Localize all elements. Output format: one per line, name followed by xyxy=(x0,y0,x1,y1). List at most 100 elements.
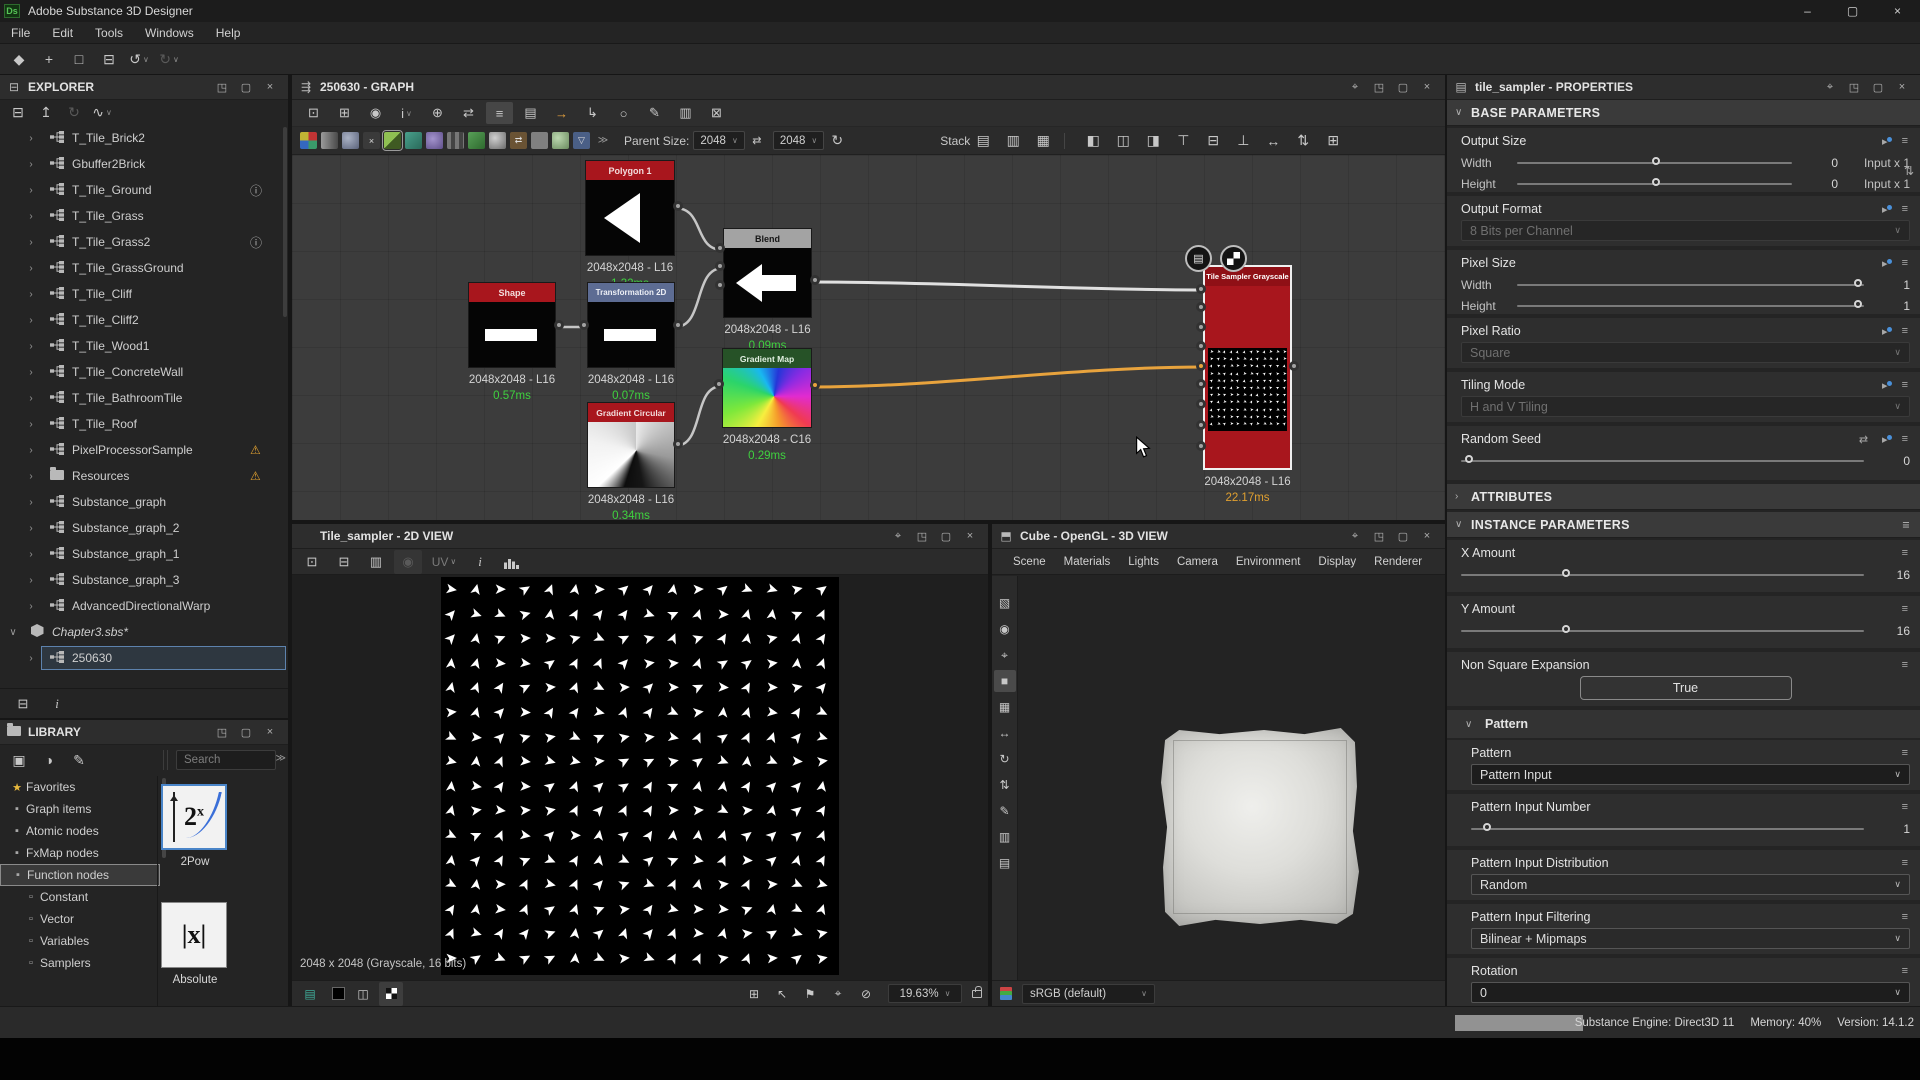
view3d-menu-lights[interactable]: Lights xyxy=(1119,551,1168,573)
explorer-item-t-tile-grass[interactable]: ›T_Tile_Grass xyxy=(0,203,288,229)
new-substance-icon[interactable]: + xyxy=(36,47,62,71)
align-left-icon[interactable]: ◧ xyxy=(1080,129,1106,153)
align-middle-icon[interactable]: ⊟ xyxy=(1200,129,1226,153)
tools-icon[interactable]: ✎ xyxy=(641,102,668,124)
section-base-parameters[interactable]: ∨ BASE PARAMETERS xyxy=(1447,100,1920,126)
dock-icon[interactable]: ◳ xyxy=(210,726,234,739)
chevron-right-icon[interactable]: › xyxy=(24,445,38,456)
menu-icon[interactable]: ≡ xyxy=(1902,257,1908,270)
colorspace-select[interactable]: sRGB (default)∨ xyxy=(1022,984,1155,1004)
menu-windows[interactable]: Windows xyxy=(134,22,205,44)
chevron-right-icon[interactable]: › xyxy=(24,237,38,248)
info-view-icon[interactable]: i xyxy=(42,692,72,716)
graph-node-polygon-1[interactable]: Polygon 1 xyxy=(585,160,675,256)
view3d-menu-materials[interactable]: Materials xyxy=(1055,551,1120,573)
graph-view-icon[interactable]: ≡ xyxy=(486,102,513,124)
explorer-item-gbuffer2brick[interactable]: ›Gbuffer2Brick xyxy=(0,151,288,177)
menu-icon[interactable]: ≡ xyxy=(1902,857,1908,869)
output-format-select[interactable]: 8 Bits per Channel∨ xyxy=(1461,220,1910,241)
library-node-absolute[interactable]: |x| xyxy=(161,902,227,968)
translate-icon[interactable]: ↔ xyxy=(994,722,1016,744)
close-panel-icon[interactable]: × xyxy=(258,81,282,94)
explorer-item-substance-graph-3[interactable]: ›Substance_graph_3 xyxy=(0,567,288,593)
graph-node-blend[interactable]: Blend xyxy=(723,228,812,318)
zoom-level-select[interactable]: 19.63%∨ xyxy=(888,984,962,1003)
pin-icon[interactable]: ⌖ xyxy=(1343,530,1367,543)
pin-scene-icon[interactable]: ⌖ xyxy=(994,644,1016,666)
height-slider[interactable] xyxy=(1517,183,1792,185)
rotation-input[interactable]: 0∨ xyxy=(1471,982,1910,1003)
menu-icon[interactable]: ≡ xyxy=(1902,203,1908,216)
dock-icon[interactable]: ◳ xyxy=(1367,81,1391,94)
node-badge-document-icon[interactable]: ▤ xyxy=(1185,245,1212,272)
function-icon[interactable]: ▸ xyxy=(1882,325,1888,338)
scale-icon[interactable]: ⇅ xyxy=(994,774,1016,796)
search-input[interactable] xyxy=(176,750,276,770)
menu-icon[interactable]: ≡ xyxy=(1902,659,1908,671)
no-filter-icon[interactable]: ⊘ xyxy=(854,982,878,1006)
filter-atlas-icon[interactable] xyxy=(405,132,422,149)
explorer-item-t-tile-grass2[interactable]: ›T_Tile_Grass2ⓘ xyxy=(0,229,288,255)
snap-grid-icon[interactable]: ⊞ xyxy=(1320,129,1346,153)
x-amount-slider[interactable] xyxy=(1461,574,1864,576)
output-connector[interactable] xyxy=(1289,361,1299,371)
output-connector[interactable] xyxy=(673,201,683,211)
view3d-menu-scene[interactable]: Scene xyxy=(1004,551,1055,573)
texture-preview[interactable]: ➤➤➤➤➤➤➤➤➤➤➤➤➤➤➤➤➤➤➤➤➤➤➤➤➤➤➤➤➤➤➤➤➤➤➤➤➤➤➤➤… xyxy=(441,577,839,975)
chevron-right-icon[interactable]: › xyxy=(24,289,38,300)
filter-cube-icon[interactable] xyxy=(468,132,485,149)
graph-node-transformation-2d[interactable]: Transformation 2D xyxy=(587,282,675,368)
chevron-right-icon[interactable]: › xyxy=(24,601,38,612)
dock-icon[interactable]: ◳ xyxy=(910,530,934,543)
chevron-right-icon[interactable]: › xyxy=(24,393,38,404)
section-instance-parameters[interactable]: ∨ INSTANCE PARAMETERS ≡ xyxy=(1447,512,1920,538)
library-category-samplers[interactable]: ▫Samplers xyxy=(0,952,160,974)
pattern-input-distribution-select[interactable]: Random∨ xyxy=(1471,874,1910,895)
distribute-v-icon[interactable]: ⇅ xyxy=(1290,129,1316,153)
menu-icon[interactable]: ≡ xyxy=(1902,965,1908,977)
chevron-down-icon[interactable]: ∨ xyxy=(6,627,20,638)
histogram-icon[interactable] xyxy=(504,555,519,569)
input-connector[interactable] xyxy=(715,261,725,271)
maximize-window-icon[interactable]: ▢ xyxy=(1830,0,1875,22)
menu-icon[interactable]: ≡ xyxy=(1902,911,1908,923)
filter-sphere-icon[interactable] xyxy=(342,132,359,149)
reload-icon[interactable]: ↻ xyxy=(62,101,86,125)
input-connector[interactable] xyxy=(1196,441,1206,451)
explorer-item-substance-graph-1[interactable]: ›Substance_graph_1 xyxy=(0,541,288,567)
export-icon[interactable]: ↥ xyxy=(34,101,58,125)
function-icon[interactable]: ▸ xyxy=(1882,433,1888,446)
link-wh-icon[interactable]: ⇅ xyxy=(1904,164,1914,178)
view3d-viewport[interactable] xyxy=(1019,576,1445,980)
uv-checker-icon[interactable]: ▦ xyxy=(994,696,1016,718)
add-library-folder-icon[interactable]: ▣ xyxy=(6,748,32,772)
close-panel-icon[interactable]: × xyxy=(258,726,282,739)
save-icon[interactable]: ⊟ xyxy=(96,47,122,71)
chevron-right-icon[interactable]: › xyxy=(24,575,38,586)
reload-image-icon[interactable]: ◉ xyxy=(394,550,422,574)
graph-node-tile-sampler-grayscale[interactable]: Tile Sampler Grayscale➤➤➤➤➤➤➤➤➤➤➤➤➤➤➤➤➤➤… xyxy=(1203,265,1292,470)
function-icon[interactable]: ▸ xyxy=(1882,379,1888,392)
width-slider[interactable] xyxy=(1517,162,1792,164)
channels-icon[interactable]: ▤ xyxy=(298,982,322,1006)
node-badge-output-icon[interactable] xyxy=(1220,245,1247,272)
view3d-menu-camera[interactable]: Camera xyxy=(1168,551,1227,573)
explorer-item-t-tile-cliff[interactable]: ›T_Tile_Cliff xyxy=(0,281,288,307)
screenshot-icon[interactable]: ◉ xyxy=(362,102,389,124)
y-amount-slider[interactable] xyxy=(1461,630,1864,632)
elbow-links-icon[interactable]: ↳ xyxy=(579,102,606,124)
pin-icon[interactable]: ⌖ xyxy=(1343,81,1367,94)
paste-image-icon[interactable]: ▥ xyxy=(362,550,390,574)
overflow-icon[interactable]: ≫ xyxy=(276,753,286,764)
center-view-icon[interactable]: ⌖ xyxy=(826,982,850,1006)
grid-snap-icon[interactable]: ⊠ xyxy=(703,102,730,124)
explorer-item-resources[interactable]: ›Resources⚠ xyxy=(0,463,288,489)
checker-toggle-icon[interactable] xyxy=(379,982,403,1006)
explorer-item-substance-graph-2[interactable]: ›Substance_graph_2 xyxy=(0,515,288,541)
minimize-window-icon[interactable]: – xyxy=(1785,0,1830,22)
explorer-item-substance-graph[interactable]: ›Substance_graph xyxy=(0,489,288,515)
dock-icon[interactable]: ◳ xyxy=(210,81,234,94)
section-attributes[interactable]: › ATTRIBUTES xyxy=(1447,484,1920,510)
library-node-2pow[interactable]: 2x xyxy=(161,784,227,850)
non-square-expansion-button[interactable]: True xyxy=(1580,676,1792,700)
